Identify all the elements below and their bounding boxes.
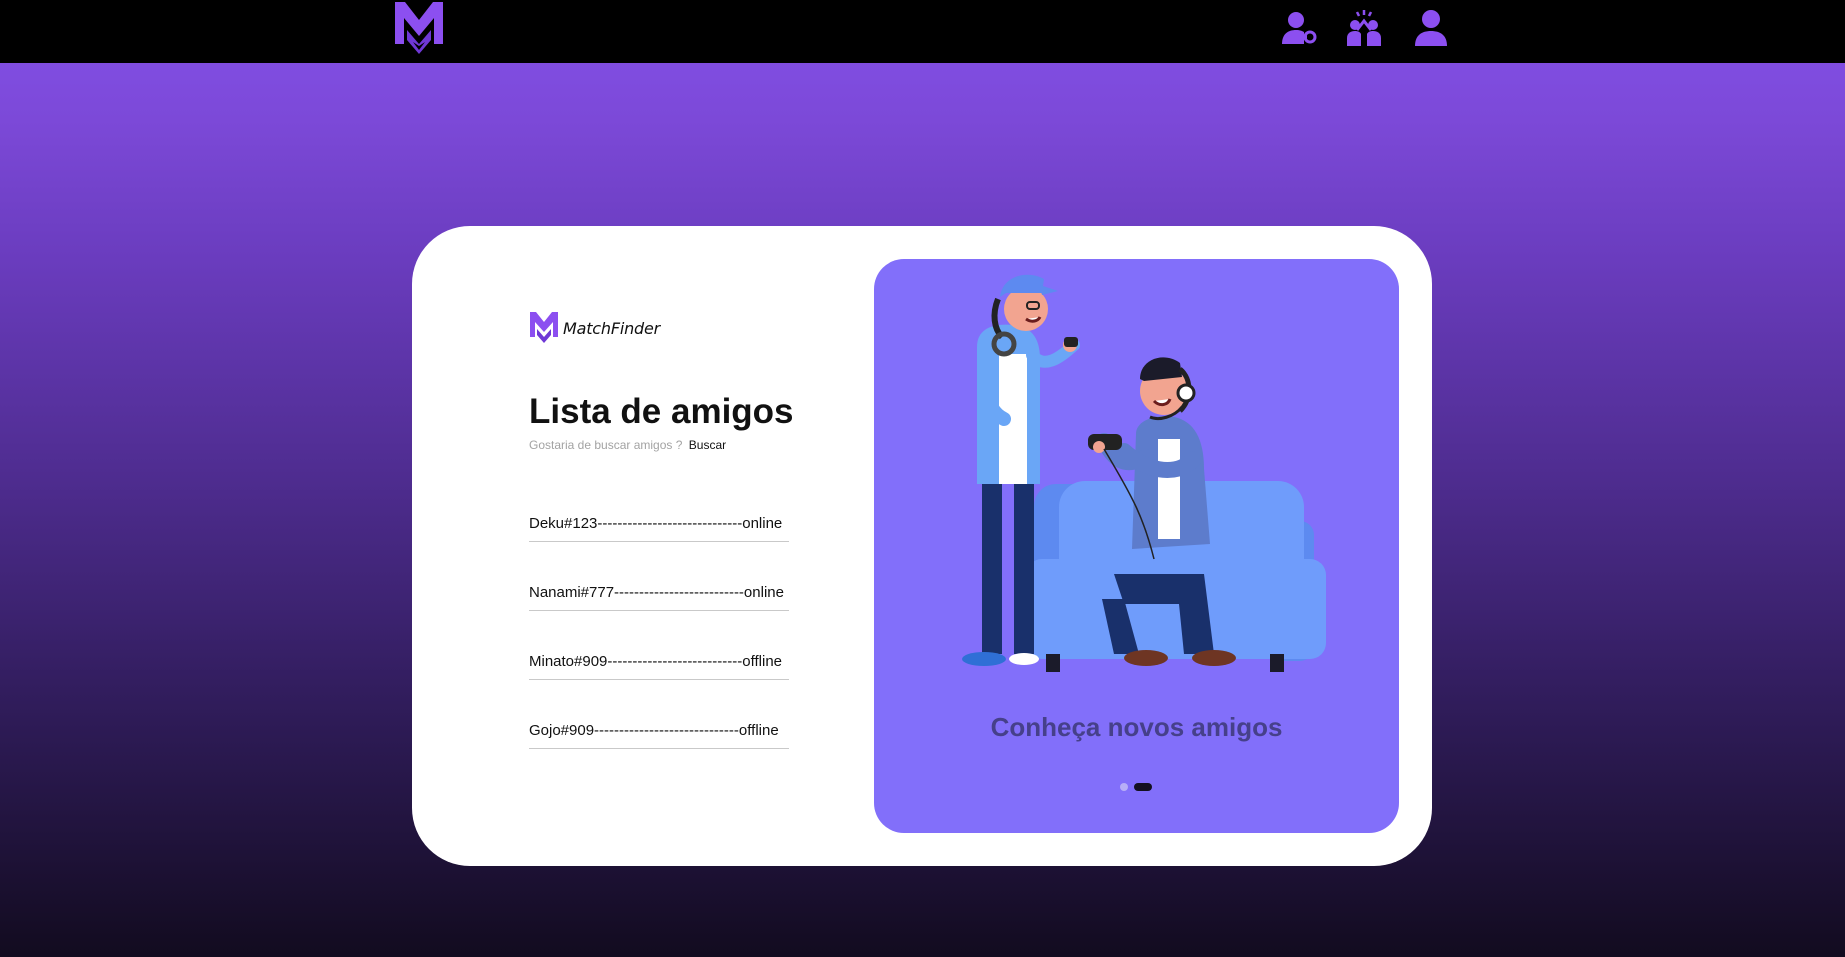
carousel-dot-1[interactable] [1120, 783, 1128, 791]
friend-item[interactable]: Gojo#909-----------------------------off… [529, 720, 789, 749]
top-navbar [0, 0, 1845, 63]
friends-gaming-illustration [962, 274, 1326, 672]
carousel-dots [1120, 783, 1152, 791]
friend-item[interactable]: Deku#123-----------------------------onl… [529, 513, 789, 542]
matchfinder-logo-icon[interactable] [393, 0, 445, 58]
friend-item[interactable]: Minato#909---------------------------off… [529, 651, 789, 680]
user-key-icon[interactable] [1280, 8, 1320, 48]
search-link[interactable]: Buscar [689, 438, 726, 452]
search-prompt-text: Gostaria de buscar amigos ? [529, 438, 683, 452]
page-title: Lista de amigos [529, 392, 794, 431]
carousel-caption: Conheça novos amigos [990, 712, 1283, 742]
friend-item[interactable]: Nanami#777--------------------------onli… [529, 582, 789, 611]
brand-name: MatchFinder [563, 318, 660, 338]
carousel-panel: Conheça novos amigos [874, 259, 1399, 833]
brand: MatchFinder [529, 310, 660, 346]
search-prompt: Gostaria de buscar amigos ? Buscar [529, 438, 726, 452]
friends-card: MatchFinder Lista de amigos Gostaria de … [412, 226, 1432, 866]
friends-group-icon[interactable] [1344, 8, 1384, 48]
profile-icon[interactable] [1411, 8, 1451, 48]
carousel-dot-2-active[interactable] [1134, 783, 1152, 791]
matchfinder-brand-icon [530, 312, 558, 343]
